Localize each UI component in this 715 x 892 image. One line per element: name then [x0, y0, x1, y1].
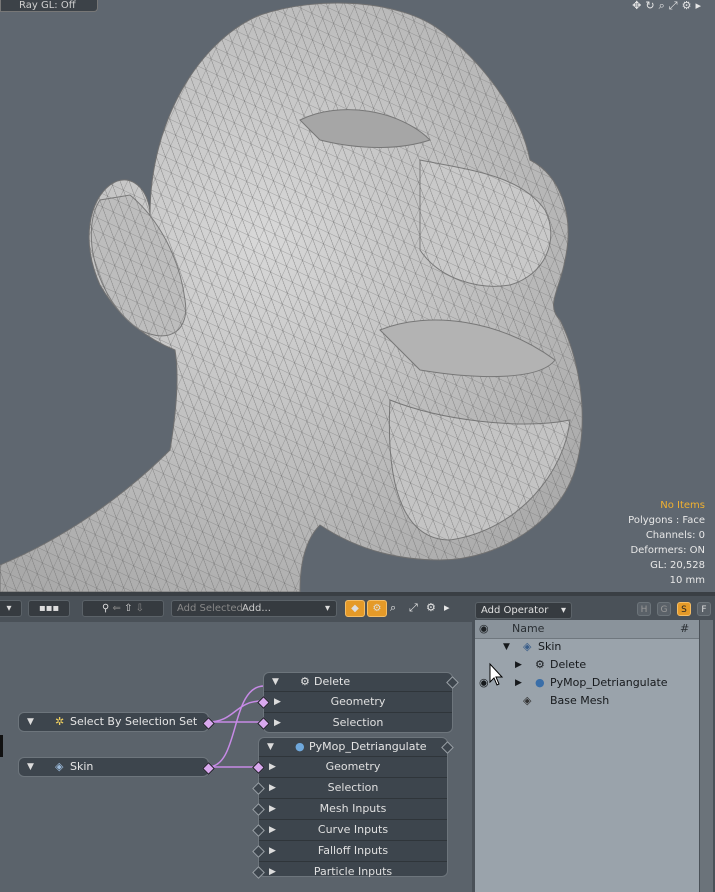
- list-header: ◉ Name #: [475, 620, 699, 639]
- maximize-icon[interactable]: ⤢: [669, 0, 678, 12]
- zoom-icon[interactable]: ⌕: [659, 0, 665, 12]
- wireframe-head-model: [0, 2, 583, 592]
- list-scrollbar[interactable]: [700, 620, 713, 892]
- filter-s-button[interactable]: S: [677, 602, 691, 616]
- expand-triangle-icon[interactable]: ▶: [269, 799, 276, 819]
- mesh-cube-icon: ◈: [55, 760, 64, 773]
- expand-triangle-icon[interactable]: ▶: [515, 674, 522, 692]
- python-icon: ●: [295, 740, 305, 753]
- delete-gear-icon: ⚙: [535, 658, 545, 671]
- python-icon: ●: [535, 676, 545, 689]
- list-item[interactable]: ◉ ▶ ● PyMop_Detriangulate: [475, 674, 699, 692]
- expand-triangle-icon[interactable]: ▶: [274, 692, 281, 712]
- polygons-text: Polygons : Face: [628, 515, 705, 526]
- collapse-triangle-icon[interactable]: ▼: [267, 738, 274, 756]
- particle-inputs-input[interactable]: ▶ Particle Inputs: [252, 861, 447, 882]
- rotate-icon[interactable]: ↻: [645, 0, 654, 12]
- delete-gear-icon: ⚙: [300, 675, 310, 688]
- viewport-info: No Items Polygons : Face Channels: 0 Def…: [628, 498, 705, 588]
- selection-input[interactable]: ▶ Selection: [257, 712, 452, 733]
- curve-inputs-input[interactable]: ▶ Curve Inputs: [252, 819, 447, 840]
- filter-g-button[interactable]: G: [657, 602, 671, 616]
- list-item[interactable]: ▶ ⚙ Delete: [475, 656, 699, 674]
- base-mesh-icon: ◈: [523, 694, 532, 707]
- expand-triangle-icon[interactable]: ▶: [515, 656, 522, 674]
- unit-text: 10 mm: [669, 575, 705, 586]
- input-label: Mesh Inputs: [319, 802, 387, 815]
- input-label: Geometry: [330, 695, 386, 708]
- name-column-header[interactable]: Name: [512, 620, 544, 638]
- node-header[interactable]: ▼ ◈ Skin: [19, 758, 215, 776]
- node-title: Select By Selection Set: [70, 715, 198, 728]
- viewport-toolbar: ✥ ↻ ⌕ ⤢ ⚙ ▸: [632, 0, 701, 12]
- expand-triangle-icon[interactable]: ▶: [274, 713, 281, 733]
- operator-tree: ▼ ◈ Skin ▶ ⚙ Delete ◉ ▶ ● PyMop_Detriang…: [475, 638, 699, 728]
- delete-node-header[interactable]: ▼ ⚙ Delete: [264, 673, 459, 691]
- collapse-triangle-icon[interactable]: ▼: [27, 713, 34, 731]
- mesh-inputs-input[interactable]: ▶ Mesh Inputs: [252, 798, 447, 819]
- 3d-viewport[interactable]: Ray GL: Off ✥ ↻ ⌕ ⤢ ⚙ ▸ No Items Polygon…: [0, 0, 715, 592]
- delete-node-title: Delete: [314, 675, 351, 688]
- node-header[interactable]: ▼ ✲ Select By Selection Set: [19, 713, 215, 731]
- select-by-selection-set-node[interactable]: ▼ ✲ Select By Selection Set: [18, 712, 215, 732]
- input-label: Curve Inputs: [317, 823, 389, 836]
- ray-gl-toggle[interactable]: Ray GL: Off: [0, 0, 98, 12]
- arrow-right-icon[interactable]: ▸: [695, 0, 701, 12]
- selection-input[interactable]: ▶ Selection: [252, 777, 447, 798]
- geometry-input[interactable]: ▶ Geometry: [252, 756, 447, 777]
- pymop-detriangulate-node[interactable]: ▼ ● PyMop_Detriangulate ▶ Geometry ▶ Sel…: [252, 737, 454, 879]
- skin-node[interactable]: ▼ ◈ Skin: [18, 757, 215, 777]
- node-title: Skin: [70, 760, 94, 773]
- mouse-cursor-icon: [489, 662, 504, 686]
- delete-node[interactable]: ▼ ⚙ Delete ▶ Geometry ▶ Selection: [257, 672, 459, 733]
- item-label: PyMop_Detriangulate: [550, 676, 668, 689]
- list-item[interactable]: ▼ ◈ Skin: [475, 638, 699, 656]
- collapse-triangle-icon[interactable]: ▼: [272, 673, 279, 691]
- item-label: Delete: [550, 658, 587, 671]
- no-items-text: No Items: [660, 500, 705, 511]
- pymop-node-title: PyMop_Detriangulate: [309, 740, 427, 753]
- input-label: Geometry: [325, 760, 381, 773]
- collapse-triangle-icon[interactable]: ▼: [27, 758, 34, 776]
- hash-column-header[interactable]: #: [680, 620, 689, 638]
- filter-h-button[interactable]: H: [637, 602, 651, 616]
- panel-header: Add Operator ▾ H G S F: [472, 598, 715, 619]
- gl-count-text: GL: 20,528: [650, 560, 705, 571]
- expand-triangle-icon[interactable]: ▶: [269, 778, 276, 798]
- expand-triangle-icon[interactable]: ▶: [269, 757, 276, 777]
- move-icon[interactable]: ✥: [632, 0, 641, 12]
- pymop-node-header[interactable]: ▼ ● PyMop_Detriangulate: [259, 738, 454, 756]
- input-label: Particle Inputs: [313, 865, 393, 878]
- chevron-down-icon[interactable]: ▾: [561, 603, 566, 618]
- collapse-triangle-icon[interactable]: ▼: [503, 638, 510, 656]
- mesh-cube-icon: ◈: [523, 640, 532, 653]
- selection-set-icon: ✲: [55, 715, 65, 728]
- list-item[interactable]: ◈ Base Mesh: [475, 692, 699, 710]
- falloff-inputs-input[interactable]: ▶ Falloff Inputs: [252, 840, 447, 861]
- geometry-input[interactable]: ▶ Geometry: [257, 691, 452, 712]
- gear-icon[interactable]: ⚙: [682, 0, 692, 12]
- input-label: Selection: [327, 781, 379, 794]
- edge-marker: [0, 735, 3, 757]
- add-operator-label: Add Operator: [481, 605, 549, 616]
- input-label: Selection: [332, 716, 384, 729]
- add-operator-button[interactable]: Add Operator ▾: [475, 602, 572, 619]
- input-label: Falloff Inputs: [317, 844, 389, 857]
- filter-f-button[interactable]: F: [697, 602, 711, 616]
- channels-text: Channels: 0: [645, 530, 705, 541]
- item-label: Skin: [538, 640, 562, 653]
- expand-triangle-icon[interactable]: ▶: [269, 820, 276, 840]
- expand-triangle-icon[interactable]: ▶: [269, 841, 276, 861]
- item-label: Base Mesh: [550, 694, 610, 707]
- deformers-text: Deformers: ON: [630, 545, 705, 556]
- expand-triangle-icon[interactable]: ▶: [269, 862, 276, 882]
- visibility-eye-icon[interactable]: ◉: [479, 620, 489, 638]
